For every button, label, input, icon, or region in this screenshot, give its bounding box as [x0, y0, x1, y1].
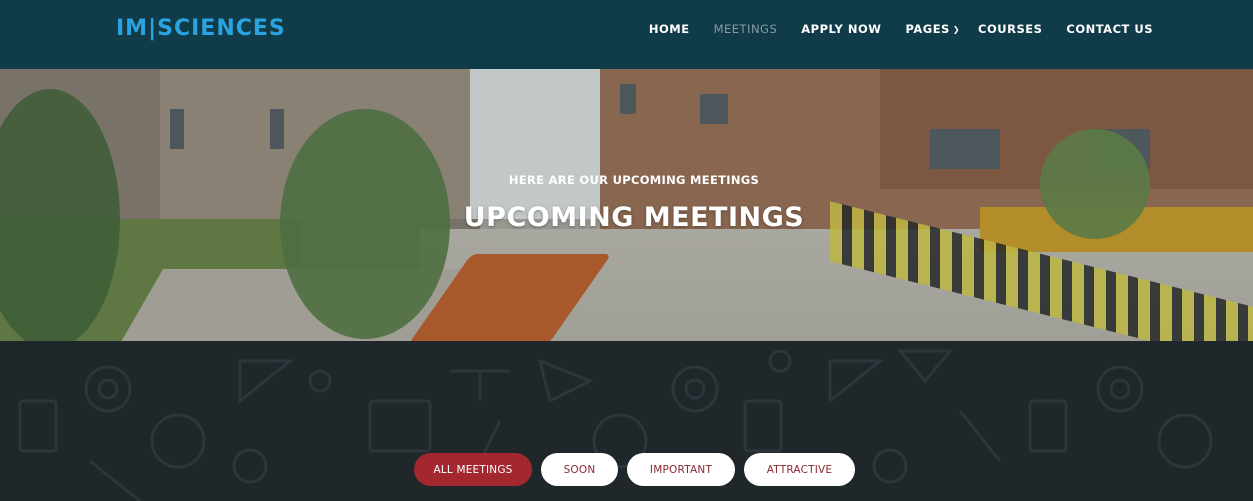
nav-item-contact-us[interactable]: CONTACT US: [1066, 22, 1153, 36]
nav-label: MEETINGS: [713, 22, 778, 36]
hero-banner: HERE ARE OUR UPCOMING MEETINGS UPCOMING …: [0, 69, 1253, 341]
nav-item-meetings[interactable]: MEETINGS: [714, 22, 778, 36]
filter-attractive-button[interactable]: ATTRACTIVE: [744, 453, 855, 486]
nav-item-pages[interactable]: PAGES ❯: [905, 22, 960, 36]
nav-label: PAGES: [905, 22, 950, 36]
nav-label: COURSES: [978, 22, 1043, 36]
filter-label: ATTRACTIVE: [766, 463, 833, 476]
chevron-down-icon: ❯: [952, 24, 961, 34]
main-nav: HOME MEETINGS APPLY NOW PAGES ❯ COURSES C…: [625, 22, 1153, 36]
filter-label: IMPORTANT: [649, 463, 713, 476]
nav-item-home[interactable]: HOME: [649, 22, 690, 36]
meeting-filters: ALL MEETINGS SOON IMPORTANT ATTRACTIVE: [414, 453, 864, 486]
site-logo[interactable]: IM|SCIENCES: [116, 16, 286, 41]
filter-label: ALL MEETINGS: [433, 463, 513, 476]
filter-all-meetings-button[interactable]: ALL MEETINGS: [414, 453, 532, 486]
nav-item-courses[interactable]: COURSES: [978, 22, 1042, 36]
hero-subtitle: HERE ARE OUR UPCOMING MEETINGS: [508, 173, 760, 187]
hero-title: UPCOMING MEETINGS: [463, 202, 805, 233]
site-header: IM|SCIENCES HOME MEETINGS APPLY NOW PAGE…: [0, 0, 1253, 69]
nav-item-apply-now[interactable]: APPLY NOW: [801, 22, 881, 36]
filter-label: SOON: [563, 463, 596, 476]
nav-label: APPLY NOW: [801, 22, 882, 36]
filter-important-button[interactable]: IMPORTANT: [627, 453, 735, 486]
nav-label: CONTACT US: [1066, 22, 1153, 36]
filter-soon-button[interactable]: SOON: [541, 453, 618, 486]
nav-label: HOME: [648, 22, 690, 36]
meetings-section: ALL MEETINGS SOON IMPORTANT ATTRACTIVE: [0, 341, 1253, 501]
